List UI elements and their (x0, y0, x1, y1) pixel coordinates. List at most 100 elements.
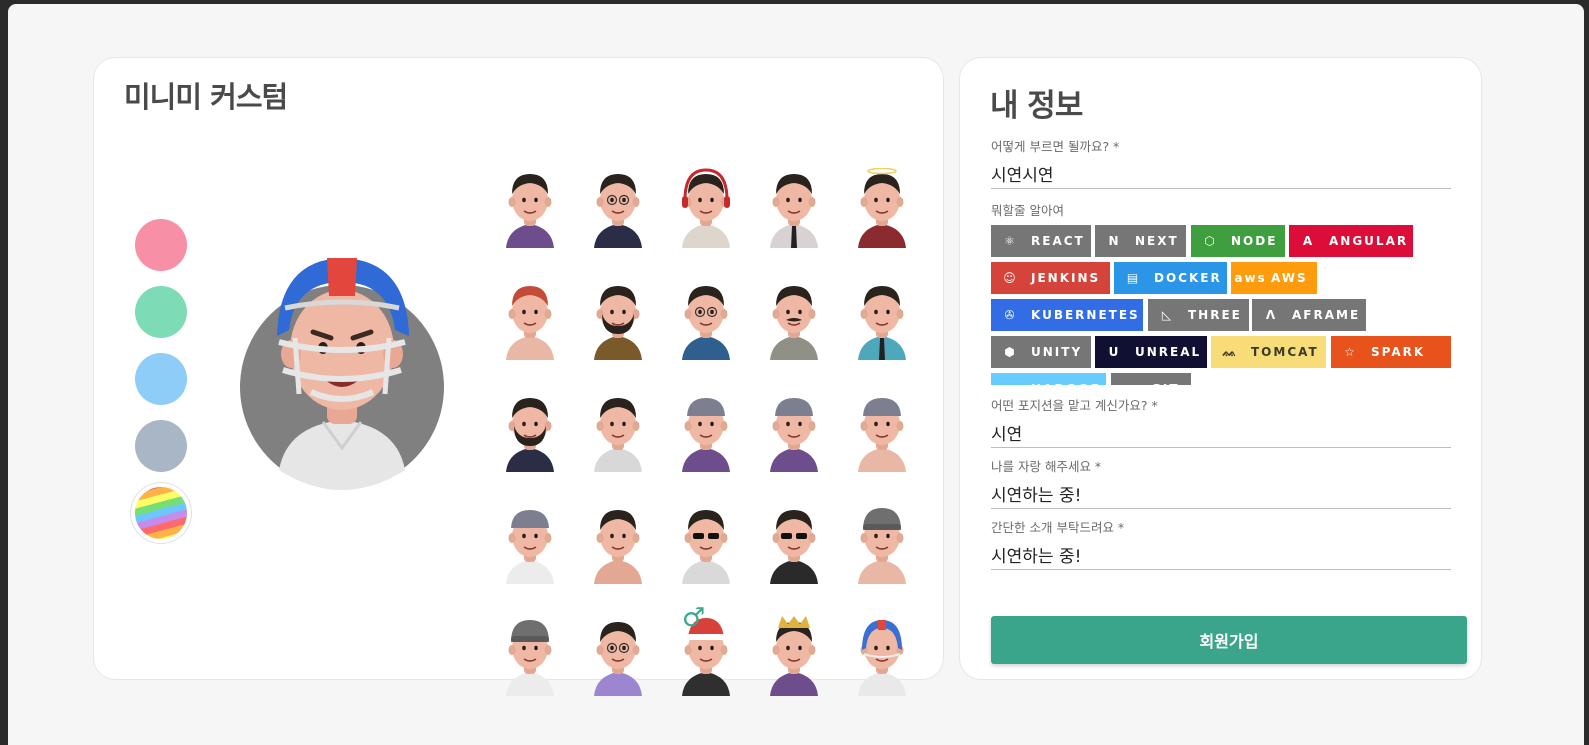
color-swatch-pink[interactable] (135, 219, 187, 271)
profile-card: 내 정보 어떻게 부르면 될까요? * 뭐할줄 알아여 ⚛ REACT N NEXT ⬡… (959, 57, 1482, 680)
avatar-custom-card: 미니미 커스텀 ♂ (93, 57, 944, 696)
stack-badge-label: THREE (1188, 308, 1242, 322)
node-icon: ⬡ (1204, 234, 1217, 248)
stack-badge-kubernetes[interactable]: ✇ KUBERNETES (991, 299, 1143, 331)
color-swatch-sky[interactable] (135, 353, 187, 405)
color-swatch-gray-blue[interactable] (135, 420, 187, 472)
male-gender-icon[interactable]: ♂ (682, 605, 705, 631)
profile-title: 내 정보 (990, 88, 1083, 124)
nickname-field: 어떻게 부르면 될까요? * (991, 136, 1451, 189)
stack-badge-label: NODE (1231, 234, 1278, 248)
stack-badge-aframe[interactable]: Λ AFRAME (1252, 299, 1366, 331)
avatar-option-2[interactable] (590, 168, 646, 248)
stack-badge-label: SPARK (1371, 345, 1426, 359)
avatar-option-24[interactable] (766, 616, 822, 696)
avatar-grid (502, 168, 910, 696)
tomcat-icon: ᨐ (1222, 345, 1239, 359)
stack-badge-unreal[interactable]: U UNREAL (1095, 336, 1207, 368)
avatar-option-15[interactable] (854, 392, 910, 472)
stack-badge-three[interactable]: ◺ THREE (1148, 299, 1249, 331)
avatar-option-25[interactable] (854, 616, 910, 696)
stack-badge-unity[interactable]: ⬢ UNITY (991, 336, 1091, 368)
angular-icon: A (1302, 234, 1315, 248)
stack-badge-label: GIT (1151, 382, 1180, 385)
app-page: 미니미 커스텀 ♂ 내 정보 어떻게 부르면 될까요? * 시연시연 뭐할줄 알… (8, 4, 1584, 745)
stack-badge-spark[interactable]: ☆ SPARK (1331, 336, 1451, 368)
avatar-option-14[interactable] (766, 392, 822, 472)
stack-badge-label: REACT (1031, 234, 1085, 248)
nickname-input[interactable] (991, 161, 1451, 189)
avatar-option-1[interactable] (502, 168, 558, 248)
intro-label: 간단한 소개 부탁드려요 * (991, 520, 1125, 535)
aws-icon: aws (1234, 271, 1267, 285)
avatar-option-22[interactable] (590, 616, 646, 696)
aframe-icon: Λ (1265, 308, 1278, 322)
stack-badge-label: AFRAME (1292, 308, 1361, 322)
stack-field: 뭐할줄 알아여 (991, 200, 1451, 225)
avatar-option-13[interactable] (678, 392, 734, 472)
stack-badge-label: AWS (1271, 271, 1308, 285)
avatar-custom-title: 미니미 커스텀 (124, 80, 288, 114)
stack-badge-jenkins[interactable]: ☺ JENKINS (991, 262, 1110, 294)
stack-badge-node[interactable]: ⬡ NODE (1191, 225, 1285, 257)
avatar-option-16[interactable] (502, 504, 558, 584)
stack-badge-label: JENKINS (1031, 271, 1101, 285)
spark-icon: ☆ (1344, 345, 1357, 359)
avatar-option-11[interactable] (502, 392, 558, 472)
stack-badge-aws[interactable]: aws AWS (1231, 262, 1317, 294)
avatar-option-5[interactable] (854, 168, 910, 248)
avatar-option-21[interactable] (502, 616, 558, 696)
stack-badge-label: NEXT (1135, 234, 1179, 248)
brag-field: 나를 자랑 해주세요 * (991, 456, 1451, 509)
intro-field: 간단한 소개 부탁드려요 * (991, 517, 1451, 570)
color-swatch-mint[interactable] (135, 286, 187, 338)
avatar-option-12[interactable] (590, 392, 646, 472)
tech-stack-selector[interactable]: ⚛ REACT N NEXT ⬡ NODE A ANGULAR ☺ JENKINS ▤ DOCKER a… (991, 225, 1451, 385)
stack-badge-label: ANGULAR (1329, 234, 1409, 248)
stack-badge-next[interactable]: N NEXT (1095, 225, 1186, 257)
avatar-option-6[interactable] (502, 280, 558, 360)
brag-label: 나를 자랑 해주세요 * (991, 459, 1102, 474)
position-label: 어떤 포지션을 맡고 계신가요? * (991, 398, 1158, 413)
docker-icon: ▤ (1126, 271, 1141, 285)
stack-label: 뭐할줄 알아여 (991, 203, 1064, 218)
stack-badge-angular[interactable]: A ANGULAR (1289, 225, 1413, 257)
stack-badge-hadoop[interactable]: ◆ HADOOP (991, 373, 1106, 385)
avatar-option-10[interactable] (854, 280, 910, 360)
stack-badge-react[interactable]: ⚛ REACT (991, 225, 1091, 257)
avatar-option-7[interactable] (590, 280, 646, 360)
three-icon: ◺ (1161, 308, 1174, 322)
react-icon: ⚛ (1004, 234, 1017, 248)
hadoop-icon: ◆ (1002, 381, 1019, 385)
avatar-option-3[interactable] (678, 168, 734, 248)
git-icon: ◈ (1122, 381, 1139, 385)
stack-badge-label: UNITY (1031, 345, 1083, 359)
position-input[interactable] (991, 420, 1451, 448)
avatar-option-20[interactable] (854, 504, 910, 584)
selected-avatar-preview (240, 258, 444, 490)
avatar-option-18[interactable] (678, 504, 734, 584)
stack-badge-label: TOMCAT (1251, 345, 1319, 359)
kubernetes-icon: ✇ (1004, 308, 1017, 322)
color-swatch-rainbow[interactable] (135, 487, 187, 539)
stack-badge-label: DOCKER (1154, 271, 1222, 285)
avatar-option-8[interactable] (678, 280, 734, 360)
avatar-option-9[interactable] (766, 280, 822, 360)
stack-badge-label: HADOOP (1031, 382, 1102, 385)
next-icon: N (1108, 234, 1121, 248)
signup-button[interactable]: 회원가입 (991, 616, 1467, 664)
stack-badge-label: KUBERNETES (1031, 308, 1140, 322)
stack-badge-label: UNREAL (1135, 345, 1202, 359)
intro-input[interactable] (991, 542, 1451, 570)
avatar-option-4[interactable] (766, 168, 822, 248)
brag-input[interactable] (991, 481, 1451, 509)
stack-badge-docker[interactable]: ▤ DOCKER (1114, 262, 1227, 294)
avatar-option-19[interactable] (766, 504, 822, 584)
avatar-option-17[interactable] (590, 504, 646, 584)
unreal-icon: U (1108, 345, 1121, 359)
nickname-label: 어떻게 부르면 될까요? * (991, 139, 1120, 154)
jenkins-icon: ☺ (1003, 271, 1018, 285)
stack-badge-git[interactable]: ◈ GIT (1111, 373, 1191, 385)
position-field: 어떤 포지션을 맡고 계신가요? * (991, 395, 1451, 448)
stack-badge-tomcat[interactable]: ᨐ TOMCAT (1211, 336, 1326, 368)
